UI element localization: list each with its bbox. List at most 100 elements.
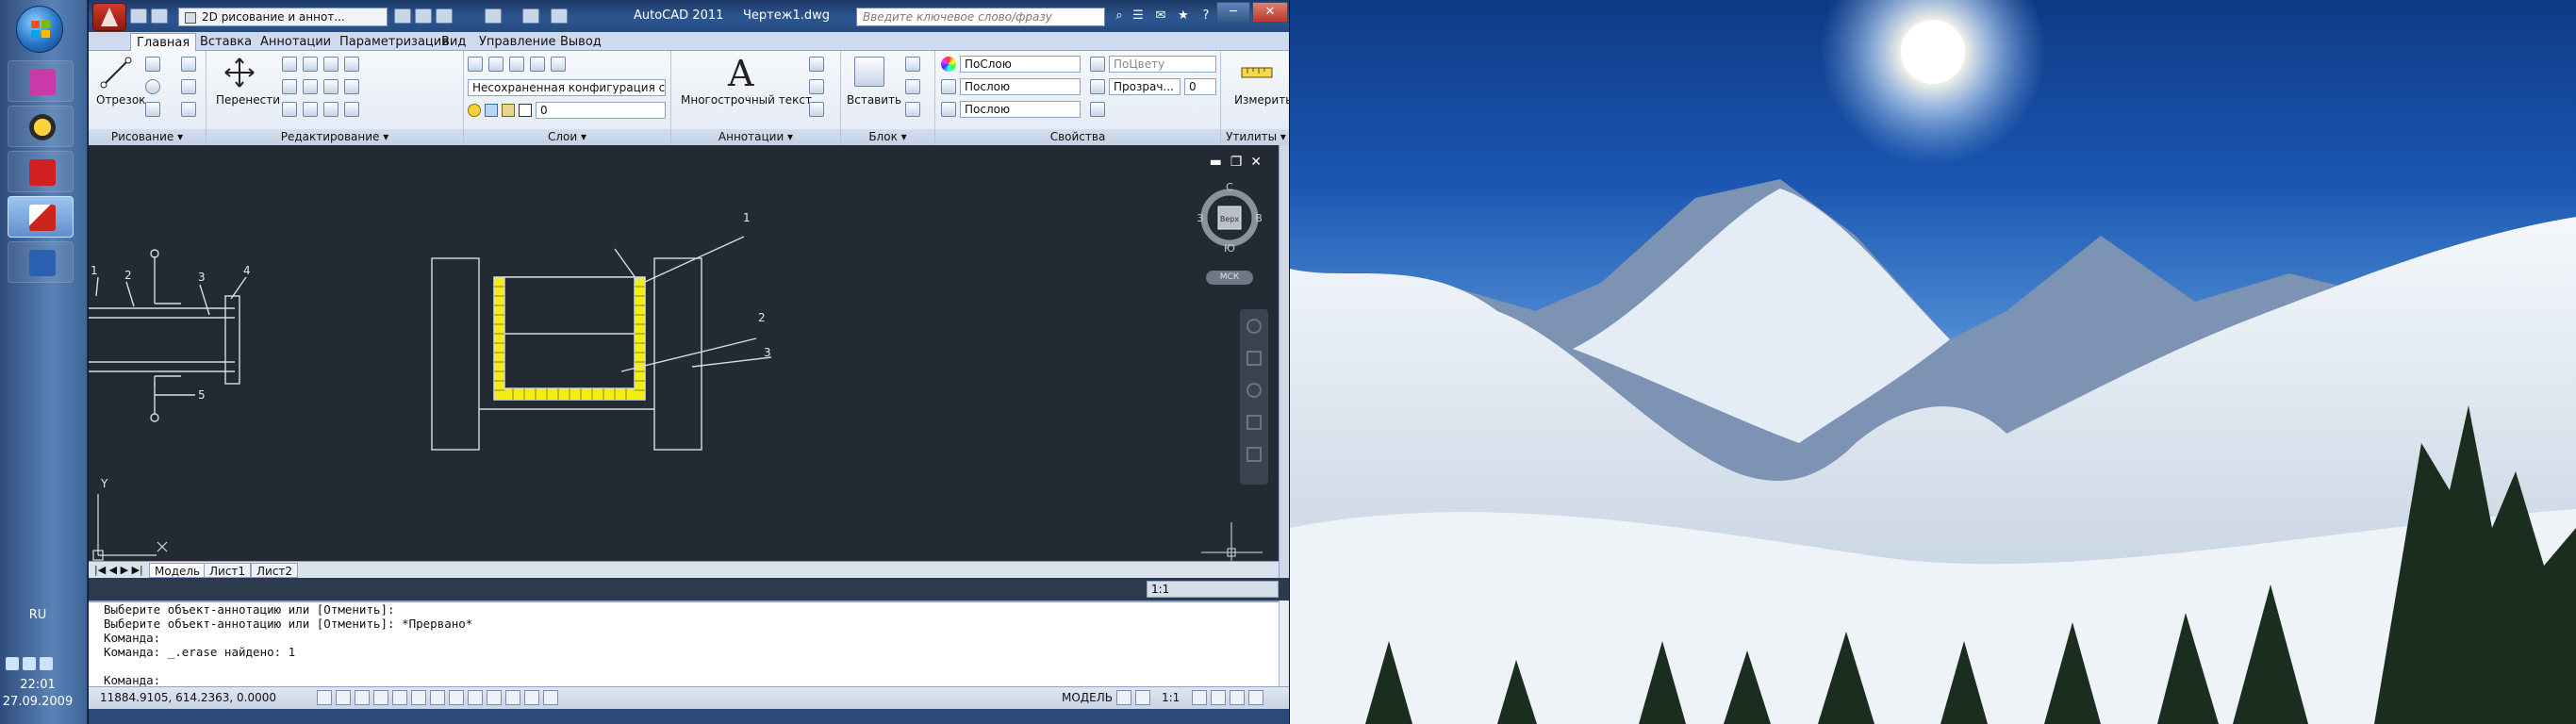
line-icon[interactable]	[100, 57, 132, 89]
edit-attributes-icon[interactable]	[905, 102, 920, 117]
drawing-canvas[interactable]: 1 2 3 4 5 1 2 3 Y	[89, 145, 1279, 561]
layer-color-swatch[interactable]	[519, 104, 532, 117]
panel-utilities-title[interactable]: Утилиты ▾	[1221, 129, 1289, 145]
tab-sheet2[interactable]: Лист2	[251, 563, 299, 578]
scale-icon[interactable]	[303, 102, 318, 117]
workspace-select[interactable]: 2D рисование и аннот...	[178, 8, 388, 26]
snap-mode-icon[interactable]	[317, 690, 332, 705]
tab-manage[interactable]: Управление	[473, 33, 562, 51]
minimize-button[interactable]: ─	[1216, 2, 1250, 23]
viewcube-north[interactable]: С	[1226, 181, 1233, 193]
panel-modify-title[interactable]: Редактирование ▾	[206, 129, 463, 145]
undo-icon[interactable]	[485, 8, 502, 24]
layer-properties-icon[interactable]	[468, 57, 483, 72]
start-button[interactable]	[16, 6, 63, 53]
navigation-bar[interactable]	[1240, 309, 1268, 485]
dimension-icon[interactable]	[809, 57, 824, 72]
application-menu-button[interactable]	[92, 3, 126, 31]
layer-thaw-icon[interactable]	[485, 104, 498, 117]
viewcube-east[interactable]: В	[1255, 212, 1263, 224]
drawing-vertical-scrollbar[interactable]	[1279, 145, 1289, 578]
plot-style-select[interactable]: ПоЦвету	[1109, 56, 1216, 73]
taskbar-app-media[interactable]	[8, 60, 74, 102]
taskbar-app-red[interactable]	[8, 151, 74, 192]
tab-model[interactable]: Модель	[149, 563, 206, 578]
quick-plot-icon[interactable]	[436, 8, 453, 24]
ortho-mode-icon[interactable]	[355, 690, 370, 705]
annotation-scale-select[interactable]: 1:1	[1147, 581, 1279, 598]
close-button[interactable]: ✕	[1252, 2, 1288, 23]
erase-icon[interactable]	[344, 57, 359, 72]
viewcube-west[interactable]: З	[1197, 212, 1203, 224]
quick-open-icon[interactable]	[151, 8, 168, 24]
taskbar-app-autocad[interactable]	[8, 196, 74, 238]
dynamic-input-icon[interactable]	[468, 690, 483, 705]
steering-wheel-icon[interactable]	[1247, 319, 1262, 334]
leader-icon[interactable]	[809, 79, 824, 94]
move-button-label[interactable]: Перенести	[216, 93, 280, 107]
language-indicator[interactable]: RU	[0, 608, 75, 622]
copy-icon[interactable]	[303, 57, 318, 72]
layer-lock-icon[interactable]	[530, 57, 545, 72]
status-scale[interactable]: 1:1	[1162, 691, 1180, 704]
coordinate-display[interactable]: 11884.9105, 614.2363, 0.0000	[100, 691, 276, 704]
tab-home[interactable]: Главная	[130, 33, 197, 51]
move-icon[interactable]	[223, 57, 256, 89]
quick-saveas-icon[interactable]	[415, 8, 432, 24]
3d-object-snap-icon[interactable]	[411, 690, 426, 705]
lineweight-toggle-icon[interactable]	[487, 690, 502, 705]
fillet-icon[interactable]	[303, 79, 318, 94]
color-select[interactable]: ПоСлою	[960, 56, 1081, 73]
command-line-scrollbar[interactable]	[1279, 601, 1289, 686]
plot-icon[interactable]	[551, 8, 568, 24]
orbit-icon[interactable]	[1247, 415, 1262, 430]
current-layer-select[interactable]: 0	[536, 102, 666, 119]
panel-block-title[interactable]: Блок ▾	[841, 129, 934, 145]
pan-icon[interactable]	[1247, 351, 1262, 366]
polar-tracking-icon[interactable]	[373, 690, 388, 705]
transparency-toggle-icon[interactable]	[505, 690, 520, 705]
quick-save-icon[interactable]	[394, 8, 411, 24]
zoom-icon[interactable]	[1247, 383, 1262, 398]
measure-icon[interactable]	[1240, 58, 1274, 87]
taskbar-app-word[interactable]	[8, 241, 74, 283]
line-button-label[interactable]: Отрезок	[96, 93, 145, 107]
tab-annotate[interactable]: Аннотации	[255, 33, 337, 51]
command-prompt[interactable]: Команда:	[89, 673, 1279, 687]
panel-draw-title[interactable]: Рисование ▾	[89, 129, 206, 145]
quick-view-drawings-icon[interactable]	[1135, 690, 1150, 705]
network-icon[interactable]	[6, 657, 19, 670]
viewcube[interactable]: Верх С Ю З В	[1197, 181, 1263, 255]
viewcube-face[interactable]: Верх	[1220, 215, 1239, 223]
clean-screen-icon[interactable]	[1248, 690, 1263, 705]
layer-freeze-icon[interactable]	[488, 57, 504, 72]
layer-off-icon[interactable]	[509, 57, 524, 72]
lineweight-select[interactable]: Послою	[960, 78, 1081, 95]
object-snap-icon[interactable]	[392, 690, 407, 705]
toolbar-lock-icon[interactable]	[1211, 690, 1226, 705]
layout-nav-arrows[interactable]: |◀ ◀ ▶ ▶|	[94, 562, 143, 578]
isolate-objects-icon[interactable]	[1230, 690, 1245, 705]
transparency-value[interactable]: 0	[1184, 78, 1216, 95]
tab-sheet1[interactable]: Лист1	[204, 563, 252, 578]
model-space-toggle[interactable]: МОДЕЛЬ	[1062, 691, 1113, 704]
subscription-icon[interactable]: ☰	[1130, 8, 1147, 24]
explode-icon[interactable]	[323, 79, 339, 94]
viewcube-south[interactable]: Ю	[1224, 242, 1235, 255]
mtext-icon[interactable]: A	[728, 53, 753, 94]
stretch-icon[interactable]	[282, 102, 297, 117]
redo-icon[interactable]	[522, 8, 539, 24]
dynamic-ucs-icon[interactable]	[449, 690, 464, 705]
panel-properties-title[interactable]: Свойства	[935, 129, 1220, 145]
layer-isolate-icon[interactable]	[551, 57, 566, 72]
communication-icon[interactable]: ✉	[1152, 8, 1169, 24]
tab-insert[interactable]: Вставка	[194, 33, 257, 51]
search-icon[interactable]: ⌕	[1111, 8, 1128, 24]
insert-block-icon[interactable]	[854, 57, 884, 87]
rectangle-icon[interactable]	[181, 57, 196, 72]
tab-output[interactable]: Вывод	[554, 33, 607, 51]
ellipse-icon[interactable]	[181, 102, 196, 117]
list-icon[interactable]	[1090, 102, 1105, 117]
quick-view-layouts-icon[interactable]	[1116, 690, 1131, 705]
rotate-icon[interactable]	[282, 57, 297, 72]
